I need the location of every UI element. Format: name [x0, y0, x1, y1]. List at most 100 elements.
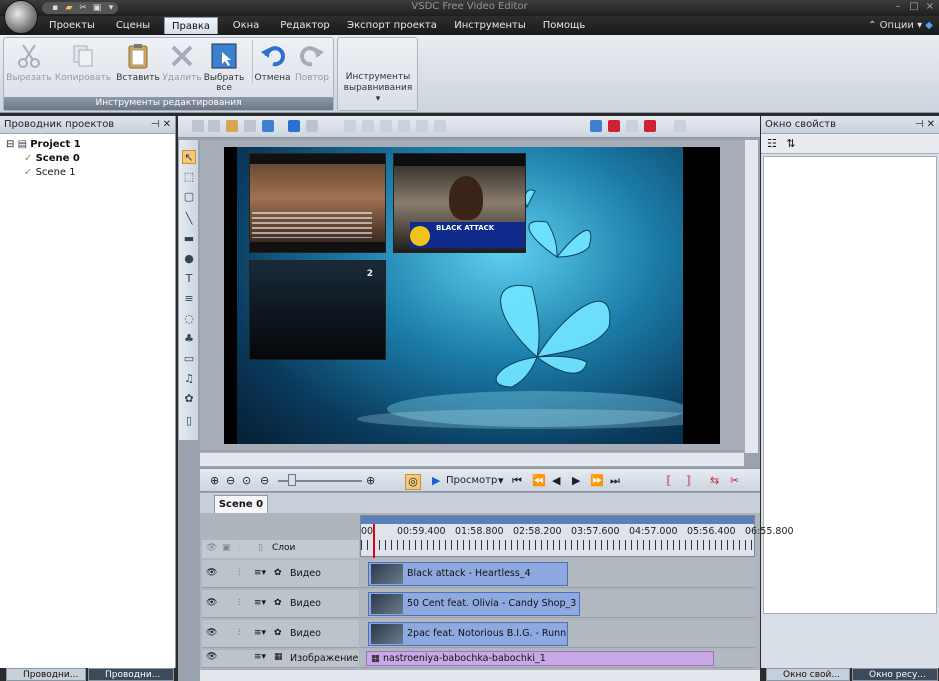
- eye-icon[interactable]: 👁: [206, 568, 217, 578]
- delete-button[interactable]: Удалить: [162, 40, 202, 83]
- menu-windows[interactable]: Окна: [226, 17, 266, 34]
- tree-project-node[interactable]: ⊟ ▤ Project 1: [6, 138, 169, 152]
- tab-scene-0[interactable]: Scene 0: [214, 495, 268, 513]
- scene-canvas[interactable]: BLACK ATTACK 2: [237, 147, 683, 444]
- align-tools-button[interactable]: Инструменты выравнивания ▾: [340, 72, 416, 105]
- pin-close-icons[interactable]: ⊣ ✕: [151, 116, 171, 134]
- preview-label[interactable]: Просмотр: [446, 474, 497, 488]
- collapse-icon[interactable]: ⊟: [6, 139, 14, 150]
- align-right-icon[interactable]: [380, 120, 392, 132]
- region-tool-icon[interactable]: ⬚: [182, 170, 196, 184]
- tab-objects-explorer[interactable]: Проводни...: [88, 668, 174, 681]
- audio-tool-icon[interactable]: ♫: [182, 372, 196, 386]
- open-folder-icon[interactable]: ▰: [64, 3, 74, 13]
- eye-icon[interactable]: 👁: [206, 652, 217, 662]
- undo-icon[interactable]: [288, 120, 300, 132]
- dropdown-icon[interactable]: ▾: [106, 3, 116, 13]
- properties-grid[interactable]: [763, 156, 937, 614]
- menu-edit[interactable]: Правка: [164, 17, 218, 34]
- pen-icon[interactable]: [674, 120, 686, 132]
- blend-mode-icon[interactable]: ≡▾: [254, 568, 266, 578]
- eye-icon[interactable]: 👁: [206, 543, 217, 553]
- go-to-end-icon[interactable]: ⏭: [610, 474, 620, 488]
- canvas-horizontal-scrollbar[interactable]: [200, 452, 744, 466]
- sort-az-icon[interactable]: ⇅: [786, 137, 795, 150]
- fast-forward-icon[interactable]: ⏩: [590, 474, 604, 488]
- video-thumbnail-1[interactable]: [249, 153, 386, 253]
- canvas-vertical-scrollbar[interactable]: [744, 140, 758, 453]
- tab-project-explorer[interactable]: Проводни...: [6, 668, 86, 681]
- timeline-clip[interactable]: 50 Cent feat. Olivia - Candy Shop_3: [368, 592, 580, 616]
- maximize-button[interactable]: □: [907, 1, 921, 13]
- track-lane-4[interactable]: ▦ nastroeniya-babochka-babochki_1: [360, 650, 755, 668]
- timeline-clip[interactable]: ▦ nastroeniya-babochka-babochki_1: [366, 651, 714, 666]
- tab-resources-window[interactable]: Окно ресу...: [852, 668, 938, 681]
- text-tool-icon[interactable]: T: [182, 272, 196, 286]
- track-lane-2[interactable]: 50 Cent feat. Olivia - Candy Shop_3: [360, 590, 755, 618]
- record-icon[interactable]: [608, 120, 620, 132]
- close-button[interactable]: ×: [923, 1, 937, 13]
- split-icon[interactable]: ⇆: [710, 474, 719, 488]
- timeline-clip[interactable]: Black attack - Heartless_4: [368, 562, 568, 586]
- cut-icon[interactable]: [192, 120, 204, 132]
- copy-button[interactable]: Копировать: [54, 40, 112, 83]
- redo-button[interactable]: Повтор: [292, 40, 332, 83]
- app-logo[interactable]: [4, 0, 38, 34]
- track-lane-3[interactable]: 2pac feat. Notorious B.I.G. - Runnin: [360, 620, 755, 648]
- track-head-2[interactable]: 👁 ⫶ ≡▾ ✿ Видео: [202, 590, 359, 618]
- blend-mode-icon[interactable]: ≡▾: [254, 628, 266, 638]
- image-tool-icon[interactable]: ◌: [182, 312, 196, 326]
- rectangle-tool-icon[interactable]: ▬: [182, 232, 196, 246]
- menu-export-project[interactable]: Экспорт проекта: [344, 17, 440, 34]
- cut-segment-icon[interactable]: ✂: [730, 474, 739, 488]
- track-head-4[interactable]: 👁 ≡▾ ▦ Изображение: [202, 650, 359, 668]
- tools-icon[interactable]: ✂: [78, 3, 88, 13]
- save-icon[interactable]: ▣: [92, 3, 102, 13]
- paste-icon[interactable]: [226, 120, 238, 132]
- blend-mode-icon[interactable]: ≡▾: [254, 652, 266, 662]
- menu-scenes[interactable]: Сцены: [110, 17, 156, 34]
- sprite-tool-icon[interactable]: ♣: [182, 332, 196, 346]
- step-back-icon[interactable]: ◀: [552, 474, 560, 488]
- audio-icon[interactable]: ⫶: [238, 543, 240, 553]
- snap-icon[interactable]: ◎: [405, 474, 421, 490]
- track-head-3[interactable]: 👁 ⫶ ≡▾ ✿ Видео: [202, 620, 359, 648]
- timeline-ruler[interactable]: 00 00:59.400 01:58.800 02:58.200 03:57.6…: [360, 515, 794, 558]
- go-to-start-icon[interactable]: ⏮: [512, 474, 522, 488]
- paste-button[interactable]: Вставить: [114, 40, 162, 83]
- effects-tool-icon[interactable]: ✿: [182, 392, 196, 406]
- redo-icon[interactable]: [306, 120, 318, 132]
- ellipse-tool-icon[interactable]: ●: [182, 252, 196, 266]
- eye-icon[interactable]: 👁: [206, 598, 217, 608]
- delete-icon[interactable]: [244, 120, 256, 132]
- video-tool-icon[interactable]: ▭: [182, 352, 196, 366]
- minimize-button[interactable]: –: [891, 1, 905, 13]
- video-thumbnail-3[interactable]: 2: [249, 260, 386, 360]
- cut-button[interactable]: Вырезать: [6, 40, 52, 83]
- align-left-icon[interactable]: [344, 120, 356, 132]
- play-icon[interactable]: ▶: [432, 474, 440, 488]
- menu-projects[interactable]: Проекты: [44, 17, 100, 34]
- blend-icon[interactable]: ▯: [258, 543, 263, 553]
- chevron-down-icon[interactable]: ▾: [498, 474, 504, 488]
- subtitle-tool-icon[interactable]: ≡: [182, 292, 196, 306]
- chart-tool-icon[interactable]: ▯: [182, 414, 196, 428]
- tree-scene-0[interactable]: ✓ Scene 0: [6, 152, 169, 166]
- lock-icon[interactable]: ▣: [222, 543, 231, 553]
- copy-icon[interactable]: [208, 120, 220, 132]
- menu-help[interactable]: Помощь: [538, 17, 590, 34]
- ruler-scroll-band[interactable]: [361, 516, 754, 524]
- marker-icon[interactable]: [644, 120, 656, 132]
- options-menu[interactable]: ⌃ Опции ▾ ◆: [868, 18, 933, 33]
- select-all-icon[interactable]: [262, 120, 274, 132]
- align-bottom-icon[interactable]: [434, 120, 446, 132]
- categorized-icon[interactable]: ☷: [767, 137, 777, 150]
- blend-mode-icon[interactable]: ≡▾: [254, 598, 266, 608]
- menu-editor[interactable]: Редактор: [276, 17, 334, 34]
- grid-icon[interactable]: [626, 120, 638, 132]
- pointer-tool-icon[interactable]: ↖: [182, 150, 196, 164]
- audio-wave-icon[interactable]: ⫶: [238, 568, 240, 578]
- rewind-icon[interactable]: ⏪: [532, 474, 546, 488]
- video-thumbnail-2[interactable]: BLACK ATTACK: [393, 153, 526, 253]
- audio-wave-icon[interactable]: ⫶: [238, 628, 240, 638]
